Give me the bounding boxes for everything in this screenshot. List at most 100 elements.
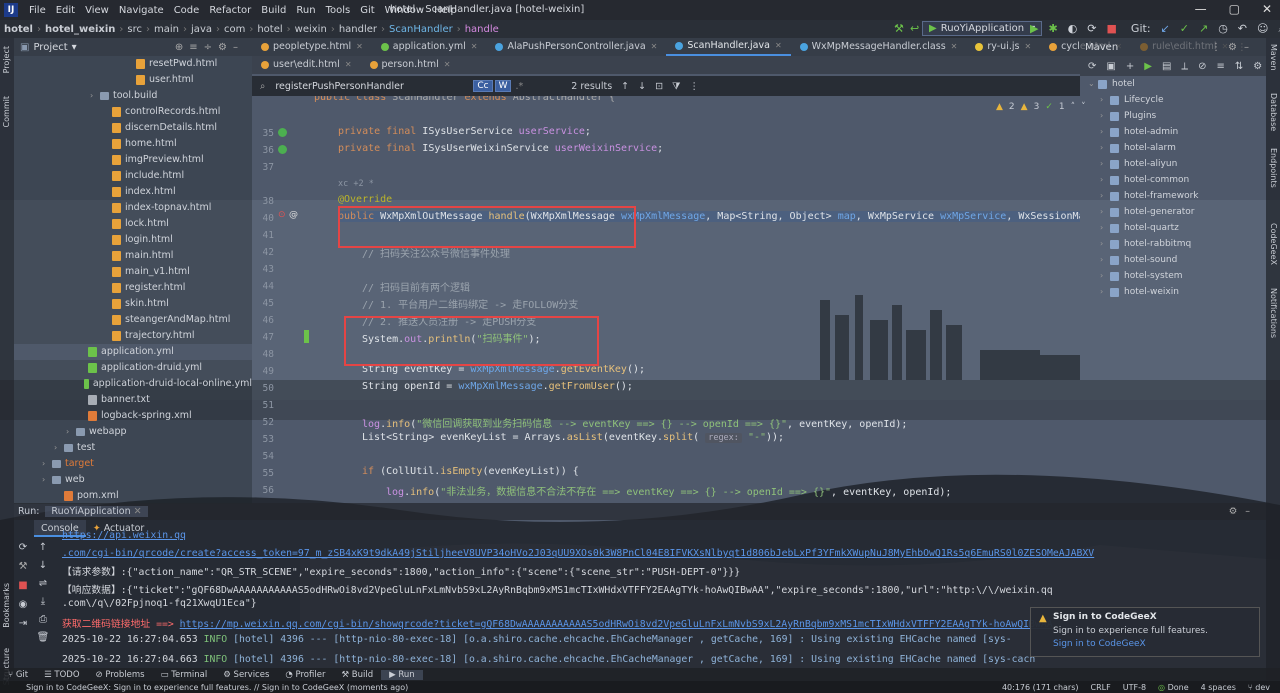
tool-window-run[interactable]: ▶ Run: [381, 669, 423, 680]
close-tab-icon[interactable]: ✕: [356, 38, 363, 56]
project-tree-item[interactable]: › webapp: [14, 424, 252, 440]
codegeex-status[interactable]: ◎ Done: [1158, 683, 1189, 692]
avatar-icon[interactable]: ☺: [1257, 22, 1268, 36]
scroll-end-icon[interactable]: ⤓: [41, 596, 45, 607]
profile-icon[interactable]: ⟳: [1087, 22, 1096, 36]
skip-icon[interactable]: ⟂: [1181, 61, 1188, 72]
coverage-icon[interactable]: ◐: [1068, 22, 1078, 36]
stop-icon[interactable]: ■: [1107, 22, 1117, 36]
line-separator[interactable]: CRLF: [1091, 683, 1111, 692]
project-tree-item[interactable]: main.html: [14, 248, 252, 264]
maximize-icon[interactable]: ▢: [1229, 2, 1240, 16]
breadcrumb-class[interactable]: ScanHandler: [385, 24, 457, 35]
tab-commit[interactable]: Commit: [2, 96, 11, 127]
tab-project[interactable]: Project: [2, 46, 11, 73]
editor-tab[interactable]: ry-ui.js ✕: [966, 38, 1040, 56]
indent-setting[interactable]: 4 spaces: [1201, 683, 1236, 692]
status-message[interactable]: Sign in to CodeGeeX: Sign in to experien…: [26, 683, 408, 692]
project-tree-item[interactable]: index-topnav.html: [14, 200, 252, 216]
code-editor[interactable]: public class ScanHandler extends Abstrac…: [252, 96, 1080, 504]
project-tree-item[interactable]: lock.html: [14, 216, 252, 232]
debug-icon[interactable]: ✱: [1048, 22, 1057, 36]
tool-window-git[interactable]: ⑂ Git: [0, 670, 36, 680]
git-branch[interactable]: ⑂ dev: [1248, 683, 1270, 692]
run-config-tab[interactable]: RuoYiApplication ✕: [45, 506, 148, 517]
prev-match-icon[interactable]: ↑: [621, 81, 629, 92]
git-push-icon[interactable]: ↗: [1199, 22, 1208, 36]
chevron-right-icon[interactable]: ›: [42, 456, 52, 472]
chevron-right-icon[interactable]: ›: [1100, 220, 1110, 236]
breadcrumb-method[interactable]: handle: [461, 24, 503, 35]
history-icon[interactable]: ◷: [1218, 22, 1228, 36]
chevron-right-icon[interactable]: ›: [1100, 268, 1110, 284]
chevron-right-icon[interactable]: ›: [42, 472, 52, 488]
maven-item[interactable]: › hotel-alarm: [1080, 140, 1266, 156]
breadcrumb-item[interactable]: java: [187, 24, 216, 35]
project-tree-item[interactable]: skin.html: [14, 296, 252, 312]
breadcrumb-item[interactable]: src: [123, 24, 146, 35]
project-tree-item[interactable]: › target: [14, 456, 252, 472]
project-tree-item[interactable]: main_v1.html: [14, 264, 252, 280]
project-tree-item[interactable]: › tool.build: [14, 88, 252, 104]
chevron-right-icon[interactable]: ›: [1100, 108, 1110, 124]
menu-git[interactable]: Git: [355, 5, 379, 16]
at-gutter-icon[interactable]: @: [289, 210, 298, 220]
maven-item[interactable]: › hotel-admin: [1080, 124, 1266, 140]
project-panel-title[interactable]: Project: [33, 42, 67, 53]
menu-navigate[interactable]: Navigate: [114, 5, 169, 16]
match-case-toggle[interactable]: Cc: [473, 80, 493, 92]
maven-item[interactable]: › hotel-common: [1080, 172, 1266, 188]
close-tab-icon[interactable]: ✕: [951, 38, 958, 56]
close-icon[interactable]: ✕: [1262, 2, 1272, 16]
regex-toggle[interactable]: .*: [515, 81, 523, 92]
project-tree-item[interactable]: register.html: [14, 280, 252, 296]
override-gutter-icon[interactable]: ⊙: [278, 210, 286, 220]
print-icon[interactable]: ⎙: [39, 614, 47, 625]
project-tree-item[interactable]: › test: [14, 440, 252, 456]
chevron-up-icon[interactable]: ˄: [1071, 102, 1076, 112]
tool-window-terminal[interactable]: ▭ Terminal: [153, 670, 216, 680]
bean-gutter-icon[interactable]: [278, 145, 287, 154]
whole-word-toggle[interactable]: W: [494, 80, 512, 92]
chevron-right-icon[interactable]: ›: [1100, 156, 1110, 172]
tab-database[interactable]: Database: [1269, 93, 1278, 131]
maven-item[interactable]: › Lifecycle: [1080, 92, 1266, 108]
breadcrumb-item[interactable]: main: [150, 24, 183, 35]
project-tree-item[interactable]: controlRecords.html: [14, 104, 252, 120]
breadcrumb-item[interactable]: hotel_weixin: [41, 24, 119, 35]
soft-wrap-icon[interactable]: ⇌: [39, 578, 47, 589]
chevron-right-icon[interactable]: ›: [1100, 284, 1110, 300]
chevron-right-icon[interactable]: ›: [90, 88, 100, 104]
maven-item[interactable]: › hotel-framework: [1080, 188, 1266, 204]
offline-icon[interactable]: ⊘: [1198, 61, 1206, 72]
editor-tab[interactable]: WxMpMessageHandler.class ✕: [791, 38, 967, 56]
collapse-icon[interactable]: ⇅: [1235, 61, 1243, 72]
rerun-icon[interactable]: ⟳: [19, 542, 27, 553]
tool-window-problems[interactable]: ⊘ Problems: [88, 670, 153, 680]
trash-icon[interactable]: 🗑: [37, 632, 50, 643]
tab-bookmarks[interactable]: Bookmarks: [2, 583, 11, 628]
panel-actions-icon[interactable]: ⚙–: [1229, 506, 1258, 517]
project-tree-item[interactable]: application-druid.yml: [14, 360, 252, 376]
select-all-icon[interactable]: ⊡: [655, 81, 663, 92]
tool-window-todo[interactable]: ☰ TODO: [36, 670, 87, 680]
console-link[interactable]: https://mp.weixin.qq.com/cgi-bin/showqrc…: [180, 619, 1053, 630]
project-tree-item[interactable]: steangerAndMap.html: [14, 312, 252, 328]
tool-window-profiler[interactable]: ◔ Profiler: [277, 670, 333, 680]
arrow-down-icon[interactable]: ↓: [39, 560, 47, 571]
git-commit-icon[interactable]: ✓: [1180, 22, 1189, 36]
wrench-icon[interactable]: ⚙: [1253, 61, 1262, 72]
folder-icon[interactable]: ▣: [1106, 61, 1115, 72]
chevron-right-icon[interactable]: ›: [1100, 204, 1110, 220]
tree-icon[interactable]: ≡: [1216, 61, 1224, 72]
lifecycle-icon[interactable]: ▤: [1162, 61, 1171, 72]
next-match-icon[interactable]: ↓: [638, 81, 646, 92]
panel-actions-icon[interactable]: ⊕≡÷⚙–: [175, 42, 244, 53]
maven-item[interactable]: › hotel-weixin: [1080, 284, 1266, 300]
author-hint[interactable]: xc +2 *: [338, 179, 374, 189]
maven-item[interactable]: › hotel-sound: [1080, 252, 1266, 268]
menu-file[interactable]: File: [24, 5, 51, 16]
arrow-icon[interactable]: ↩: [910, 22, 919, 35]
project-tree-item[interactable]: banner.txt: [14, 392, 252, 408]
chevron-right-icon[interactable]: ›: [1100, 188, 1110, 204]
